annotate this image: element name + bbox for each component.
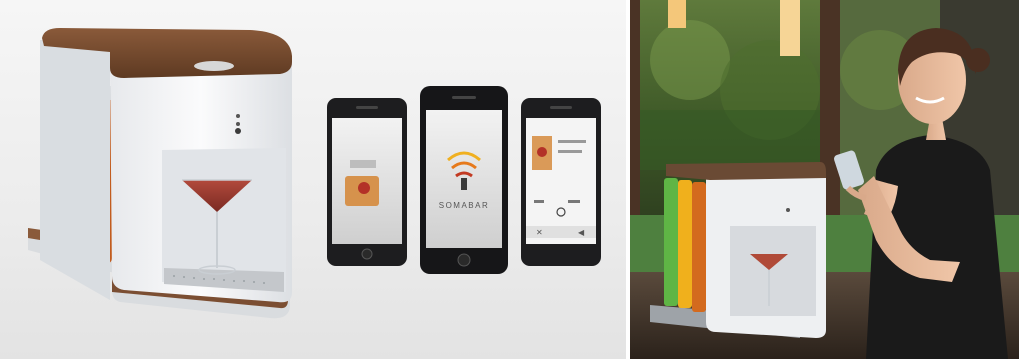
app-brand-label: SOMABAR (439, 201, 490, 210)
phone-recipe-screen (327, 98, 407, 266)
product-photo: SOMABAR ✕ ◀ (28, 28, 601, 319)
phone-splash-screen: SOMABAR (420, 86, 508, 274)
somabar-machine (650, 162, 826, 338)
somabar-machine (40, 28, 292, 303)
product-photo-panel: SOMABAR ✕ ◀ (0, 0, 626, 359)
pendant-lamp (668, 0, 686, 28)
svg-text:◀: ◀ (578, 228, 585, 237)
phone-menu-screen: ✕ ◀ (521, 98, 601, 266)
svg-text:✕: ✕ (536, 228, 543, 237)
lifestyle-photo-panel (630, 0, 1019, 359)
lifestyle-photo (630, 0, 1019, 359)
pendant-lamp (780, 0, 800, 56)
